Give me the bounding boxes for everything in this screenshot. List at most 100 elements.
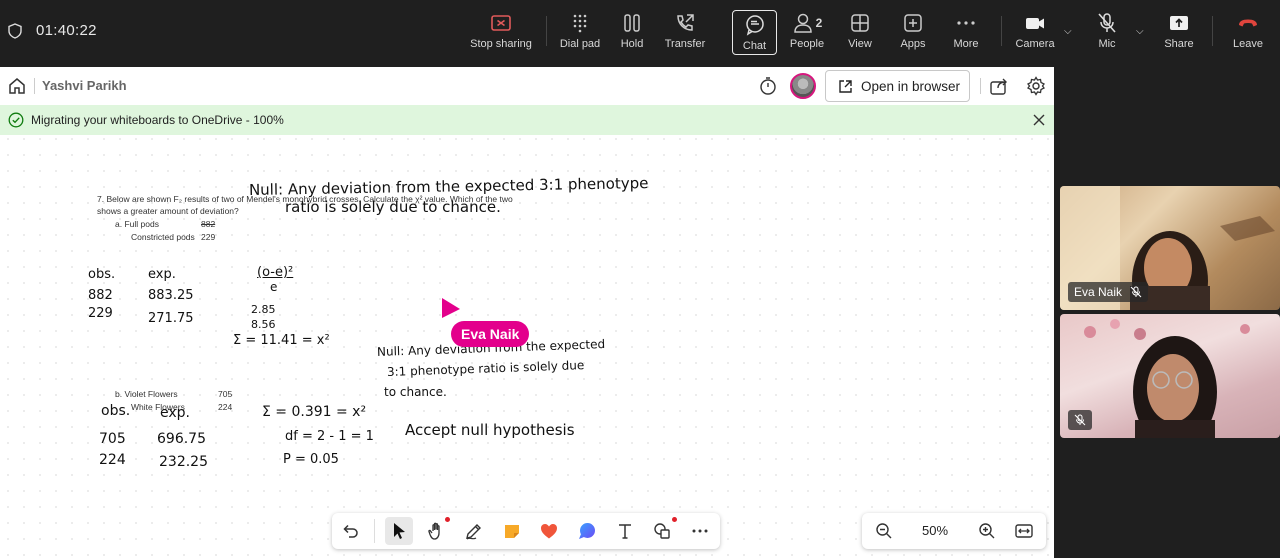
pointer-arrow-icon [394, 523, 405, 539]
collaborator-cursor-label: Eva Naik [451, 321, 530, 347]
whiteboard-owner: Yashvi Parikh [42, 78, 127, 93]
toolbar-divider [546, 16, 547, 46]
zoom-level: 50% [922, 523, 949, 538]
transfer-button[interactable]: Transfer [655, 12, 715, 56]
chat-button[interactable]: Chat [732, 10, 777, 55]
dial-pad-button[interactable]: Dial pad [550, 12, 610, 56]
view-button[interactable]: View [830, 12, 890, 56]
sticky-note-icon [505, 525, 519, 538]
hold-label: Hold [620, 38, 644, 50]
dial-pad-label: Dial pad [559, 38, 601, 50]
open-in-browser-button[interactable]: Open in browser [825, 70, 970, 102]
participant-video-tile[interactable]: Eva Naik [1060, 186, 1280, 310]
pen-tool[interactable] [460, 517, 488, 545]
notification-dot [672, 517, 677, 522]
open-in-browser-label: Open in browser [861, 78, 961, 94]
chi-sum-b: Σ = 0.391 = x² [262, 404, 367, 420]
obs-b-value-2: 224 [99, 452, 126, 468]
zoom-controls: 50% [862, 513, 1046, 549]
exp-a-value-1: 883.25 [148, 288, 194, 303]
conclusion: Accept null hypothesis [405, 421, 575, 439]
collaborator-cursor-icon [442, 298, 460, 318]
undo-icon [343, 524, 358, 538]
mic-label: Mic [1098, 38, 1116, 50]
select-tool[interactable] [385, 517, 413, 545]
migration-banner: Migrating your whiteboards to OneDrive -… [0, 105, 1054, 135]
zoom-out-icon [876, 523, 892, 539]
phone-transfer-icon [677, 14, 694, 31]
text-tool[interactable] [611, 517, 639, 545]
meeting-toolbar: 01:40:22 Stop sharing Dial pad Hold Tran… [0, 0, 1280, 62]
mic-options-chevron-icon[interactable]: ⌵ [1136, 26, 1144, 37]
part-a2-value: 229 [201, 232, 216, 242]
more-button[interactable]: More [936, 12, 996, 56]
people-label: People [789, 38, 825, 50]
mic-button[interactable]: Mic [1077, 12, 1137, 56]
more-label: More [953, 38, 979, 50]
grid-view-icon [851, 14, 869, 32]
toolbar-divider [374, 519, 375, 543]
stop-sharing-icon [491, 15, 511, 31]
user-avatar[interactable] [790, 73, 816, 99]
share-screen-icon [1170, 16, 1188, 30]
toolbar-divider [1212, 16, 1213, 46]
obs-header-a: obs. [88, 267, 116, 282]
stop-sharing-button[interactable]: Stop sharing [470, 12, 532, 56]
null-hypothesis-1-line2: ratio is solely due to chance. [285, 198, 501, 216]
leave-label: Leave [1233, 38, 1263, 50]
banner-text: Migrating your whiteboards to OneDrive -… [31, 113, 284, 127]
exp-header-b: exp. [160, 405, 190, 421]
sticky-note-tool[interactable] [498, 517, 526, 545]
participant-video-frame [1084, 319, 1250, 438]
close-icon[interactable] [1032, 113, 1046, 127]
part-a-label: a. Full pods [115, 219, 159, 229]
stop-sharing-label: Stop sharing [470, 38, 532, 50]
obs-a-value-2: 229 [88, 306, 113, 321]
zoom-in-button[interactable] [973, 517, 1001, 545]
chi-square-formula-denominator: e [270, 280, 278, 294]
obs-a-value-1: 882 [88, 288, 113, 303]
fit-screen-icon [1015, 524, 1033, 538]
people-button[interactable]: 2 People [777, 12, 837, 56]
check-circle-icon [8, 112, 24, 128]
fit-to-screen-button[interactable] [1010, 517, 1038, 545]
timer-icon[interactable] [758, 76, 778, 96]
undo-button[interactable] [336, 517, 364, 545]
header-divider [980, 78, 981, 94]
notification-dot [445, 517, 450, 522]
participant-mute-tag [1068, 410, 1092, 430]
camera-button[interactable]: Camera [1005, 12, 1065, 56]
null-hypothesis-2-line3: to chance. [384, 385, 447, 399]
mic-off-icon [1130, 286, 1142, 298]
comment-tool[interactable] [573, 517, 601, 545]
more-icon [957, 21, 975, 25]
view-label: View [848, 38, 872, 50]
reactions-tool[interactable] [535, 517, 563, 545]
pen-icon [466, 524, 481, 540]
participant-video-tile[interactable] [1060, 314, 1280, 438]
dial-pad-icon [573, 14, 587, 33]
whiteboard-canvas[interactable]: Yashvi Parikh Open in browser Migrating … [0, 67, 1054, 558]
exp-a-value-2: 271.75 [148, 311, 194, 326]
participant-name-tag: Eva Naik [1068, 282, 1149, 302]
chi-term-2: 8.56 [251, 318, 276, 331]
external-link-icon [839, 79, 852, 93]
zoom-out-button[interactable] [870, 517, 898, 545]
more-icon [692, 529, 708, 533]
share-button[interactable]: Share [1149, 12, 1209, 56]
participant-name: Eva Naik [1074, 285, 1123, 299]
chat-label: Chat [742, 40, 767, 52]
hold-button[interactable]: Hold [602, 12, 662, 56]
more-tools-button[interactable] [686, 517, 714, 545]
share-icon[interactable] [989, 76, 1009, 96]
part-b-label: b. Violet Flowers [115, 389, 178, 399]
camera-options-chevron-icon[interactable]: ⌵ [1064, 26, 1072, 37]
apps-button[interactable]: Apps [883, 12, 943, 56]
heart-icon [541, 524, 557, 539]
null-hypothesis-1-line1: Null: Any deviation from the expected 3:… [248, 174, 649, 199]
share-label: Share [1164, 38, 1194, 50]
chat-icon [745, 15, 764, 36]
settings-gear-icon[interactable] [1026, 76, 1046, 96]
leave-button[interactable]: Leave [1218, 12, 1278, 56]
home-icon[interactable] [8, 77, 26, 95]
